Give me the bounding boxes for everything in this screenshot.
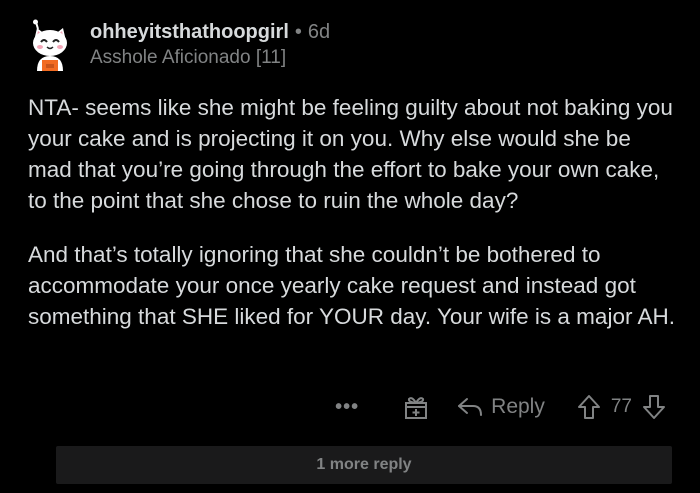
reply-button[interactable]: Reply bbox=[457, 395, 545, 419]
upvote-arrow-icon[interactable] bbox=[577, 394, 601, 420]
user-flair: Asshole Aficionado [11] bbox=[90, 47, 287, 68]
comment-header: ohheyitsthathoopgirl • 6d Asshole Aficiona… bbox=[24, 14, 330, 76]
comment-actions: ••• Reply 77 bbox=[335, 390, 666, 424]
more-replies-button[interactable]: 1 more reply bbox=[56, 446, 672, 484]
comment-paragraph: NTA- seems like she might be feeling gui… bbox=[28, 95, 673, 213]
reply-arrow-icon bbox=[457, 396, 483, 418]
more-options-button[interactable]: ••• bbox=[335, 396, 359, 419]
user-line: ohheyitsthathoopgirl • 6d bbox=[90, 20, 330, 44]
cat-avatar-icon[interactable] bbox=[24, 19, 76, 71]
comment-body: NTA- seems like she might be feeling gui… bbox=[28, 92, 676, 355]
vote-score: 77 bbox=[610, 396, 632, 417]
comment-meta: ohheyitsthathoopgirl • 6d Asshole Aficiona… bbox=[90, 20, 330, 70]
reply-label: Reply bbox=[491, 395, 545, 418]
downvote-arrow-icon[interactable] bbox=[642, 394, 666, 420]
separator-dot: • bbox=[294, 21, 302, 43]
username-link[interactable]: ohheyitsthathoopgirl bbox=[90, 21, 289, 43]
gift-icon[interactable] bbox=[403, 394, 429, 420]
comment-age: 6d bbox=[307, 21, 331, 43]
comment-paragraph: And that’s totally ignoring that she cou… bbox=[28, 242, 675, 329]
